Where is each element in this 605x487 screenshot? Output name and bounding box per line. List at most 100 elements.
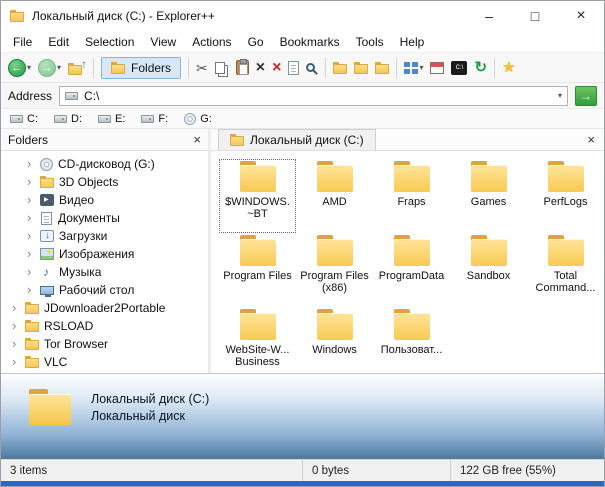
file-item[interactable]: AMD: [296, 159, 373, 233]
tree-item-videos[interactable]: Видео: [1, 191, 208, 209]
drive-icon: [141, 114, 155, 123]
chevron-right-icon[interactable]: [27, 248, 35, 260]
chevron-right-icon[interactable]: [27, 230, 35, 242]
close-folders-pane-icon[interactable]: [193, 134, 201, 146]
menu-actions[interactable]: Actions: [184, 32, 239, 52]
address-input[interactable]: C:\: [59, 85, 568, 106]
pictures-icon: [40, 248, 54, 260]
chevron-right-icon[interactable]: [27, 266, 35, 278]
tree-item-desktop[interactable]: Рабочий стол: [1, 281, 208, 299]
drive-button-e[interactable]: E:: [98, 113, 125, 125]
status-selection-size: 0 bytes: [303, 460, 451, 481]
tree-item-label: Загрузки: [59, 229, 108, 243]
forward-button[interactable]: [38, 58, 61, 77]
delete-permanently-icon[interactable]: [272, 61, 281, 75]
file-item[interactable]: Sandbox: [450, 233, 527, 307]
minimize-button[interactable]: –: [466, 1, 512, 31]
file-item[interactable]: Total Command...: [527, 233, 604, 307]
chevron-right-icon[interactable]: [27, 158, 35, 170]
folders-toggle-button[interactable]: Folders: [101, 56, 182, 79]
file-item[interactable]: Games: [450, 159, 527, 233]
file-name: Program Files: [223, 270, 292, 282]
file-item[interactable]: Пользоват...: [373, 307, 450, 373]
chevron-right-icon[interactable]: [27, 212, 35, 224]
paste-icon[interactable]: [235, 59, 249, 75]
tab-local-disk-c[interactable]: Локальный диск (C:): [218, 129, 376, 150]
menu-edit[interactable]: Edit: [40, 32, 77, 52]
chevron-down-icon[interactable]: [419, 63, 423, 72]
properties-icon[interactable]: [288, 60, 300, 75]
tree-item-tor-browser[interactable]: Tor Browser: [1, 335, 208, 353]
window-title: Локальный диск (C:) - Explorer++: [32, 9, 215, 23]
copy-icon[interactable]: [214, 61, 225, 74]
chevron-right-icon[interactable]: [27, 176, 35, 188]
chevron-right-icon[interactable]: [12, 320, 20, 332]
file-pane: Локальный диск (C:) $WINDOWS.~BT AMD Fra…: [211, 129, 604, 373]
chevron-down-icon[interactable]: [57, 63, 61, 72]
tree-item-downloads[interactable]: Загрузки: [1, 227, 208, 245]
file-name: Program Files (x86): [300, 270, 369, 294]
chevron-down-icon[interactable]: [27, 63, 31, 72]
maximize-button[interactable]: □: [512, 1, 558, 31]
chevron-right-icon[interactable]: [12, 338, 20, 350]
search-icon[interactable]: [306, 63, 316, 72]
file-item[interactable]: $WINDOWS.~BT: [219, 159, 296, 233]
views-button[interactable]: [404, 61, 423, 74]
menu-view[interactable]: View: [142, 32, 184, 52]
file-item[interactable]: Program Files (x86): [296, 233, 373, 307]
drive-button-g[interactable]: G:: [184, 112, 212, 125]
file-item[interactable]: ProgramData: [373, 233, 450, 307]
menu-bookmarks[interactable]: Bookmarks: [272, 32, 348, 52]
drive-button-c[interactable]: C:: [10, 113, 38, 125]
file-item[interactable]: PerfLogs: [527, 159, 604, 233]
chevron-right-icon[interactable]: [12, 302, 20, 314]
tab-label: Локальный диск (C:): [250, 133, 364, 147]
tree-item-documents[interactable]: Документы: [1, 209, 208, 227]
add-bookmark-icon[interactable]: [502, 61, 515, 75]
cd-drive-icon: [184, 112, 197, 125]
tree-item-vlc[interactable]: VLC: [1, 353, 208, 371]
tree-item-3d-objects[interactable]: 3D Objects: [1, 173, 208, 191]
file-item[interactable]: Windows: [296, 307, 373, 373]
chevron-right-icon[interactable]: [27, 194, 35, 206]
folder-icon: [392, 161, 432, 193]
file-name: Windows: [312, 344, 357, 356]
tree-item-music[interactable]: Музыка: [1, 263, 208, 281]
tree-item-pictures[interactable]: Изображения: [1, 245, 208, 263]
file-item[interactable]: WebSite-W... Business: [219, 307, 296, 373]
close-tab-icon[interactable]: [587, 134, 604, 146]
tree-item-rsload[interactable]: RSLOAD: [1, 317, 208, 335]
go-button[interactable]: [575, 85, 597, 106]
drive-button-f[interactable]: F:: [141, 113, 168, 125]
tree-item-cd-drive[interactable]: CD-дисковод (G:): [1, 155, 208, 173]
move-to-folder-icon[interactable]: [375, 61, 390, 74]
tree-item-label: Рабочий стол: [59, 283, 135, 297]
menu-selection[interactable]: Selection: [77, 32, 142, 52]
chevron-down-icon[interactable]: [558, 91, 562, 100]
close-button[interactable]: ×: [558, 1, 604, 31]
tree-item-jdownloader[interactable]: JDownloader2Portable: [1, 299, 208, 317]
menu-file[interactable]: File: [5, 32, 40, 52]
refresh-icon[interactable]: [474, 61, 487, 75]
drive-icon: [65, 91, 79, 100]
command-prompt-icon[interactable]: [451, 60, 468, 75]
menu-help[interactable]: Help: [392, 32, 433, 52]
drive-button-d[interactable]: D:: [54, 113, 82, 125]
drive-label: E:: [115, 112, 126, 125]
folder-icon: [546, 161, 586, 193]
cut-icon[interactable]: [196, 61, 208, 75]
menu-go[interactable]: Go: [240, 32, 272, 52]
file-item[interactable]: Fraps: [373, 159, 450, 233]
new-folder-icon[interactable]: [333, 61, 348, 74]
chevron-right-icon[interactable]: [27, 284, 35, 296]
new-tab-icon[interactable]: [430, 61, 445, 74]
toolbar-separator: [325, 57, 327, 78]
up-button[interactable]: [68, 57, 87, 76]
copy-to-folder-icon[interactable]: [354, 61, 369, 74]
menu-tools[interactable]: Tools: [348, 32, 392, 52]
chevron-right-icon[interactable]: [12, 356, 20, 368]
back-button[interactable]: [8, 58, 31, 77]
folder-tree: CD-дисковод (G:) 3D Objects Видео Докуме…: [1, 151, 208, 373]
file-item[interactable]: Program Files: [219, 233, 296, 307]
delete-icon[interactable]: [256, 61, 265, 75]
